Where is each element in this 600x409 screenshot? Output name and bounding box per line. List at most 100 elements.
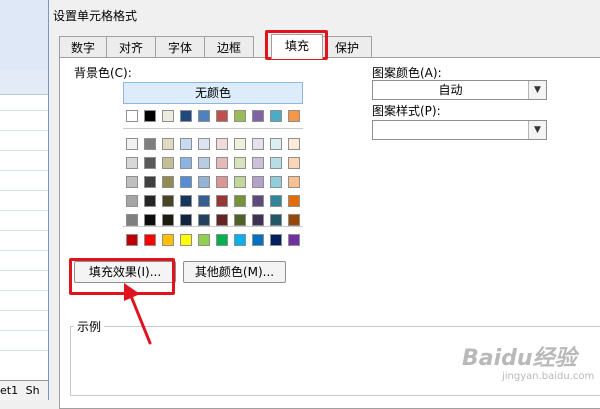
theme-color-swatch[interactable] <box>144 110 156 122</box>
pattern-style-value <box>373 121 528 139</box>
tint-color-swatch[interactable] <box>144 157 156 169</box>
theme-color-swatch[interactable] <box>162 110 174 122</box>
tint-color-swatch[interactable] <box>180 195 192 207</box>
spreadsheet-column-header <box>0 70 48 95</box>
standard-color-swatch[interactable] <box>270 234 282 246</box>
tint-color-swatch[interactable] <box>198 195 210 207</box>
pattern-color-dropdown[interactable]: 自动 ▼ <box>372 80 547 100</box>
tint-color-swatch[interactable] <box>288 176 300 188</box>
standard-color-swatch[interactable] <box>198 234 210 246</box>
chevron-down-icon[interactable]: ▼ <box>528 121 546 139</box>
tint-color-swatch[interactable] <box>252 195 264 207</box>
spreadsheet-row-line <box>0 170 48 171</box>
tint-color-swatch[interactable] <box>216 157 228 169</box>
tint-color-swatch[interactable] <box>234 157 246 169</box>
tint-color-swatch[interactable] <box>198 176 210 188</box>
pattern-color-label: 图案颜色(A): <box>372 66 442 80</box>
tint-color-swatch[interactable] <box>126 138 138 150</box>
tint-color-swatch[interactable] <box>234 195 246 207</box>
tint-color-swatch[interactable] <box>144 138 156 150</box>
tint-color-swatch[interactable] <box>288 157 300 169</box>
tint-color-swatch[interactable] <box>180 157 192 169</box>
tint-color-swatch[interactable] <box>270 214 282 226</box>
tint-color-swatch[interactable] <box>126 157 138 169</box>
tint-color-swatch[interactable] <box>234 138 246 150</box>
spreadsheet-row-line <box>0 350 48 351</box>
theme-color-swatch[interactable] <box>252 110 264 122</box>
tint-color-swatch[interactable] <box>198 138 210 150</box>
tint-color-swatch[interactable] <box>252 214 264 226</box>
tint-color-swatch[interactable] <box>270 176 282 188</box>
tint-color-swatch[interactable] <box>234 176 246 188</box>
tint-color-swatch[interactable] <box>252 157 264 169</box>
tint-color-swatch[interactable] <box>162 157 174 169</box>
theme-color-swatch[interactable] <box>216 110 228 122</box>
tint-color-swatch[interactable] <box>234 214 246 226</box>
tint-color-swatch[interactable] <box>252 138 264 150</box>
standard-color-swatch[interactable] <box>144 234 156 246</box>
tint-color-swatch[interactable] <box>162 138 174 150</box>
tint-color-swatch[interactable] <box>180 214 192 226</box>
standard-color-swatch[interactable] <box>288 234 300 246</box>
no-color-swatch[interactable]: 无颜色 <box>123 82 303 104</box>
tab-border[interactable]: 边框 <box>204 36 254 59</box>
sample-label: 示例 <box>74 318 105 335</box>
standard-color-swatch[interactable] <box>180 234 192 246</box>
theme-color-swatch[interactable] <box>288 110 300 122</box>
sheet-tab[interactable]: et1 <box>0 384 18 397</box>
tint-color-swatch[interactable] <box>288 138 300 150</box>
spreadsheet-row-line <box>0 290 48 291</box>
tint-color-swatch[interactable] <box>162 214 174 226</box>
tab-number[interactable]: 数字 <box>59 36 107 59</box>
tint-color-swatch[interactable] <box>288 214 300 226</box>
chevron-down-icon[interactable]: ▼ <box>528 81 546 99</box>
theme-color-swatch[interactable] <box>180 110 192 122</box>
tint-color-swatch[interactable] <box>288 195 300 207</box>
standard-color-swatch[interactable] <box>216 234 228 246</box>
tint-color-swatch[interactable] <box>216 176 228 188</box>
tint-color-swatch[interactable] <box>144 176 156 188</box>
palette-separator <box>123 128 303 129</box>
theme-color-swatch[interactable] <box>270 110 282 122</box>
tint-color-swatch[interactable] <box>162 195 174 207</box>
tint-color-swatch[interactable] <box>270 195 282 207</box>
tint-color-swatch[interactable] <box>144 195 156 207</box>
spreadsheet-row-line <box>0 330 48 331</box>
standard-color-swatch[interactable] <box>126 234 138 246</box>
tint-color-swatch[interactable] <box>144 214 156 226</box>
tint-color-swatch[interactable] <box>126 214 138 226</box>
tint-color-swatch[interactable] <box>216 138 228 150</box>
tint-color-swatch[interactable] <box>270 157 282 169</box>
theme-color-swatch[interactable] <box>126 110 138 122</box>
standard-color-swatch[interactable] <box>252 234 264 246</box>
tint-color-swatch[interactable] <box>198 157 210 169</box>
pattern-style-dropdown[interactable]: ▼ <box>372 120 547 140</box>
theme-color-swatch[interactable] <box>198 110 210 122</box>
standard-color-swatch[interactable] <box>234 234 246 246</box>
tab-protection[interactable]: 保护 <box>322 36 372 59</box>
tint-color-swatch[interactable] <box>180 176 192 188</box>
tint-color-swatch[interactable] <box>216 195 228 207</box>
spreadsheet-row-line <box>0 210 48 211</box>
tint-color-swatch[interactable] <box>198 214 210 226</box>
tint-color-swatch[interactable] <box>216 214 228 226</box>
tab-alignment[interactable]: 对齐 <box>106 36 156 59</box>
watermark: Baidu经验 jingyan.baidu.com <box>462 340 597 395</box>
tab-fill[interactable]: 填充 <box>271 34 323 59</box>
pattern-style-label: 图案样式(P): <box>372 104 441 118</box>
tint-color-swatch[interactable] <box>126 195 138 207</box>
tint-color-swatch[interactable] <box>270 138 282 150</box>
more-colors-button[interactable]: 其他颜色(M)... <box>183 261 286 283</box>
standard-color-swatch[interactable] <box>162 234 174 246</box>
tab-font[interactable]: 字体 <box>155 36 205 59</box>
dialog-title: 设置单元格格式 <box>53 9 138 23</box>
tint-color-swatch[interactable] <box>180 138 192 150</box>
tint-color-swatch[interactable] <box>252 176 264 188</box>
tint-color-swatch[interactable] <box>126 176 138 188</box>
sheet-tab-2[interactable]: Sh <box>26 384 40 397</box>
spreadsheet-row-line <box>0 130 48 131</box>
spreadsheet-row-line <box>0 110 48 111</box>
theme-color-swatch[interactable] <box>234 110 246 122</box>
tint-color-swatch[interactable] <box>162 176 174 188</box>
sheet-tab-bar: et1 Sh <box>0 380 48 401</box>
